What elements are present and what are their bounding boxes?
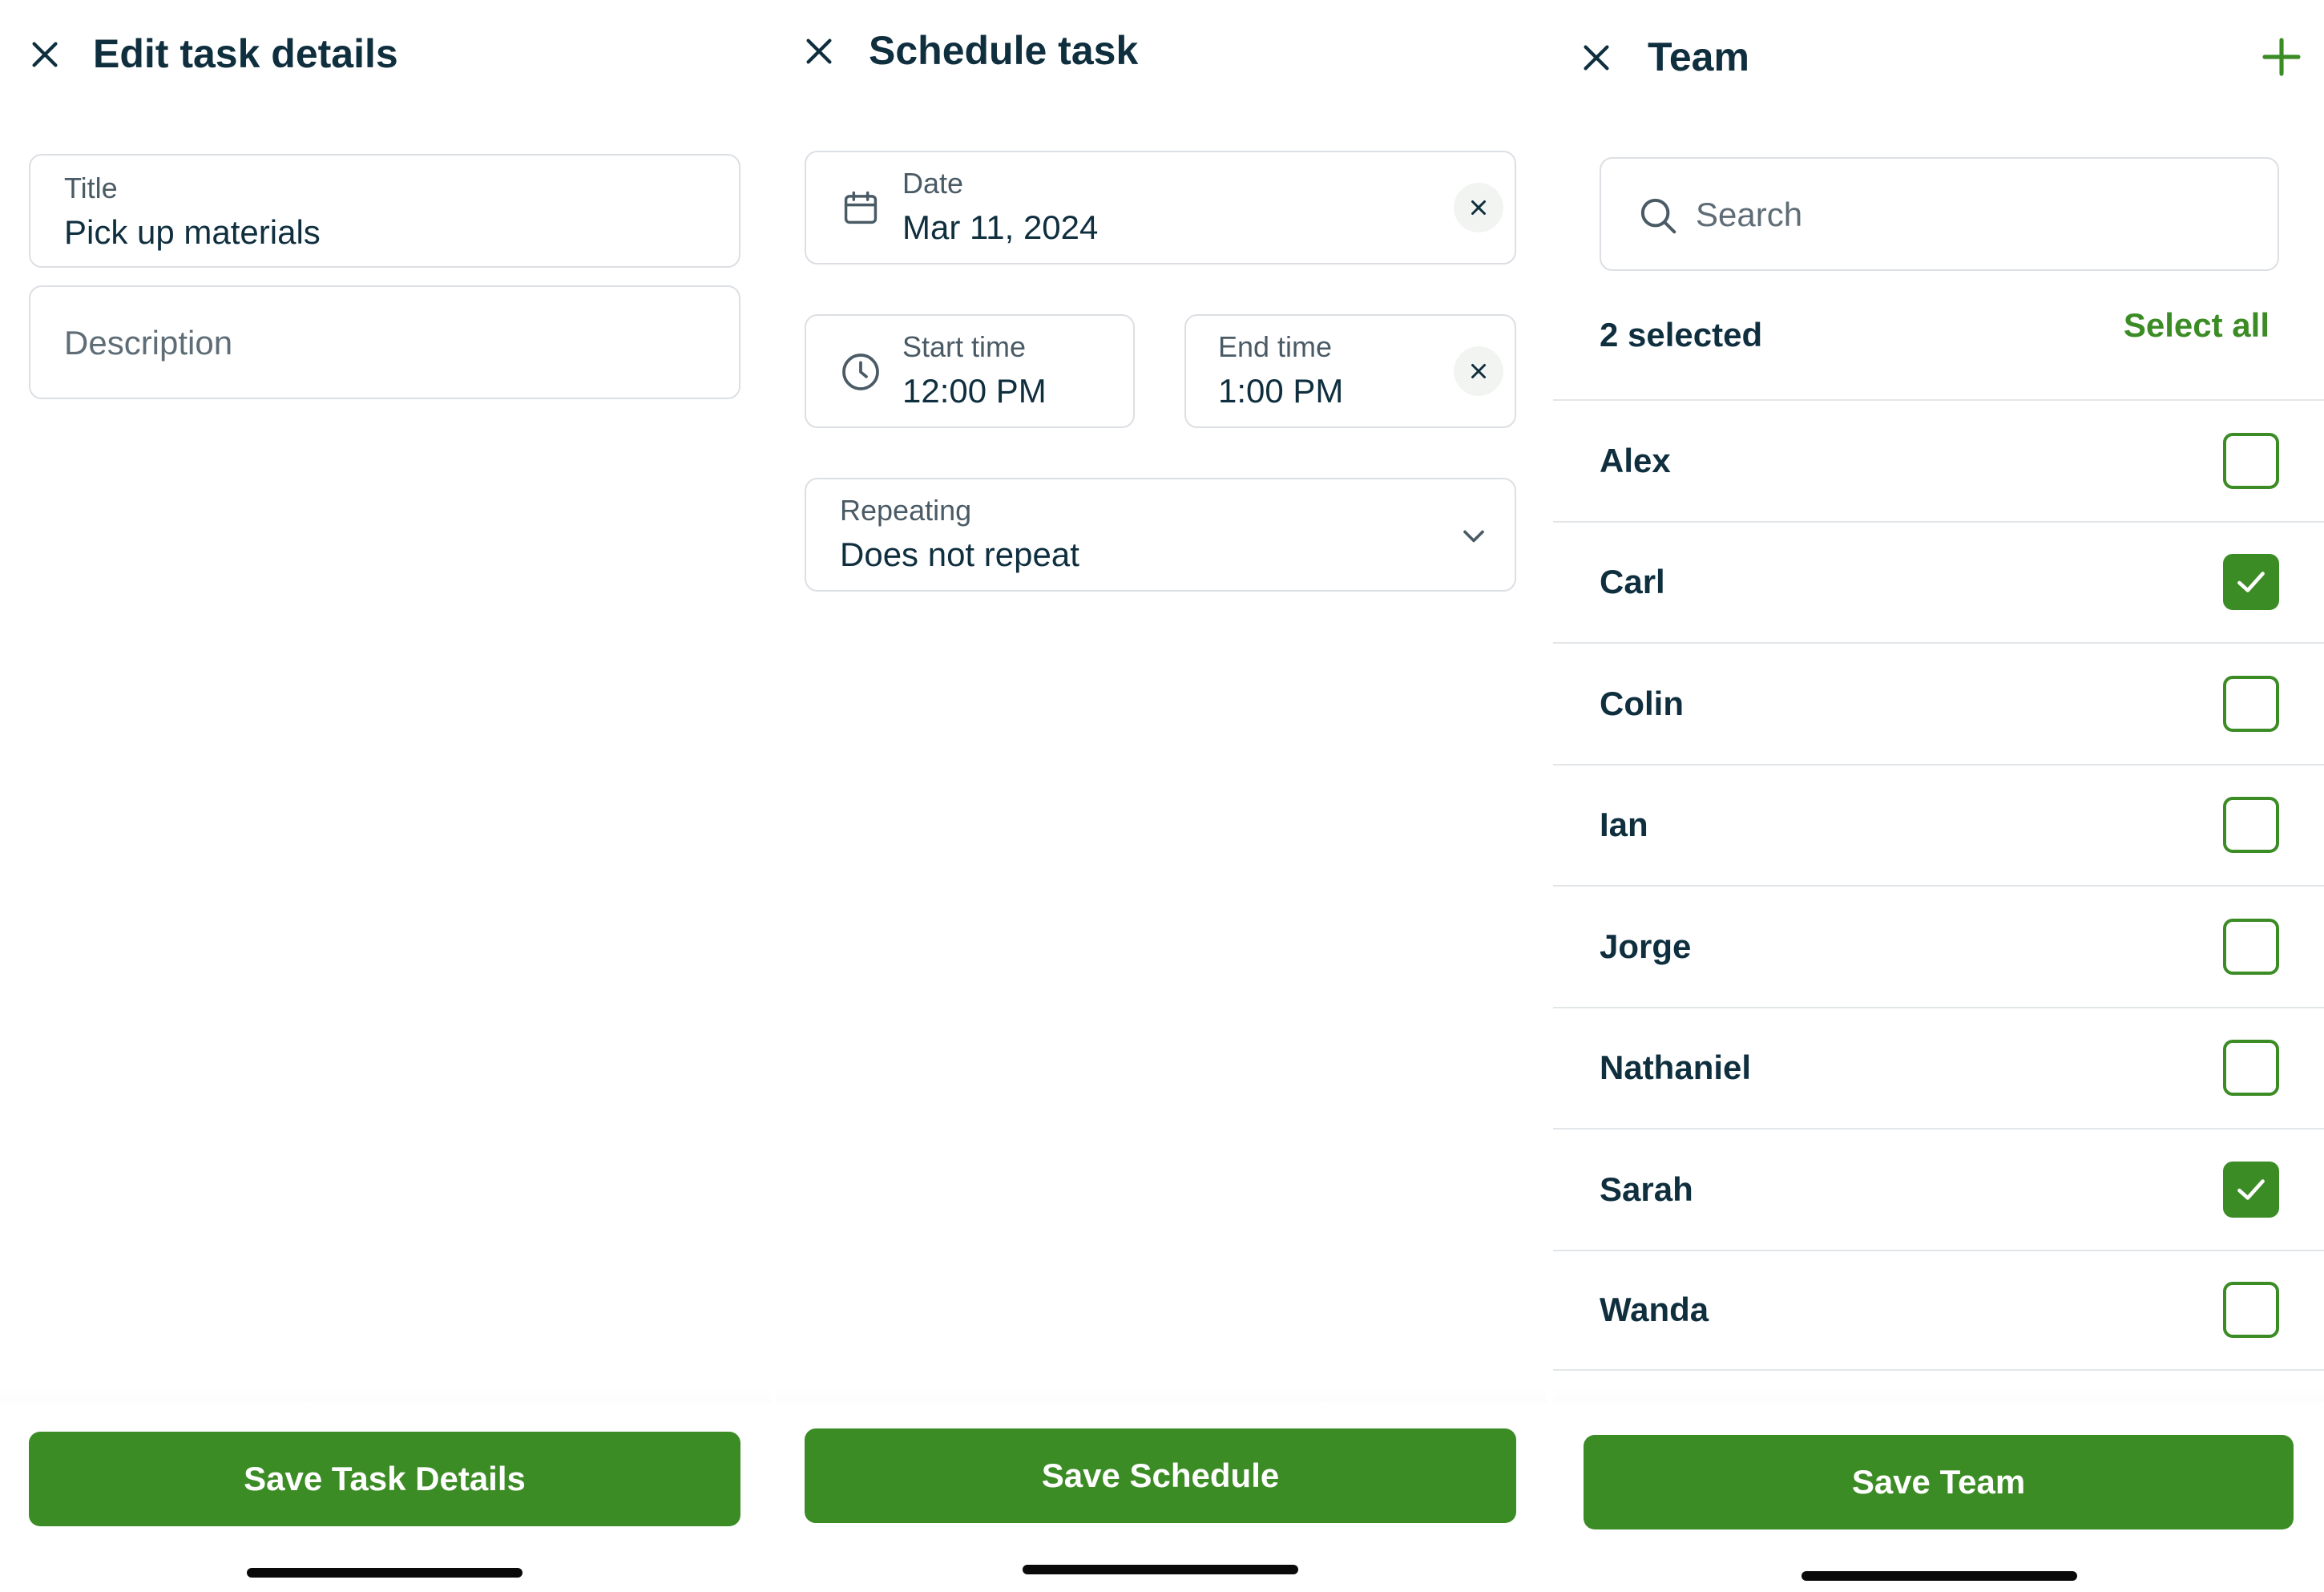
close-icon xyxy=(32,42,58,67)
team-member-checkbox[interactable] xyxy=(2223,1040,2279,1097)
team-member-row[interactable]: Nathaniel xyxy=(1553,1006,2324,1129)
bottom-bar: Save Team xyxy=(1553,1403,2324,1592)
team-member-checkbox[interactable] xyxy=(2223,918,2279,975)
close-team-button[interactable] xyxy=(1571,32,1622,83)
save-task-details-button[interactable]: Save Task Details xyxy=(29,1432,740,1526)
title-field-label: Title xyxy=(64,172,118,204)
save-schedule-button[interactable]: Save Schedule xyxy=(805,1428,1516,1523)
close-schedule-button[interactable] xyxy=(793,26,845,77)
check-icon xyxy=(2237,1179,2265,1200)
date-field[interactable]: Date Mar 11, 2024 xyxy=(805,151,1516,265)
team-member-row[interactable]: Colin xyxy=(1553,642,2324,764)
plus-icon xyxy=(2262,38,2301,76)
search-field[interactable] xyxy=(1600,157,2279,271)
team-member-name: Sarah xyxy=(1600,1170,1693,1208)
team-member-checkbox[interactable] xyxy=(2223,1282,2279,1339)
start-time-field[interactable]: Start time 12:00 PM xyxy=(805,314,1135,428)
home-indicator xyxy=(1802,1571,2077,1581)
page-title: Team xyxy=(1648,34,1749,79)
end-time-label: End time xyxy=(1218,330,1333,363)
check-icon xyxy=(2237,572,2265,592)
selected-count: 2 selected xyxy=(1600,316,1763,354)
team-member-row[interactable]: Sarah xyxy=(1553,1128,2324,1250)
home-indicator xyxy=(1023,1565,1298,1574)
team-member-checkbox[interactable] xyxy=(2223,1161,2279,1218)
team-member-row[interactable]: Alex xyxy=(1553,399,2324,521)
team-member-name: Carl xyxy=(1600,563,1665,601)
chevron-down-icon xyxy=(1454,516,1494,556)
close-icon xyxy=(1471,200,1486,215)
member-list: Alex Carl Colin Ian Jorge Nathaniel Sarah Wanda xyxy=(1553,399,2324,1371)
search-input[interactable] xyxy=(1696,183,2241,247)
edit-task-panel: Edit task details Title Pick up material… xyxy=(0,0,771,1592)
repeating-label: Repeating xyxy=(840,494,972,527)
close-icon xyxy=(1584,45,1609,71)
bottom-bar: Save Schedule xyxy=(776,1403,1547,1592)
team-member-row[interactable]: Jorge xyxy=(1553,885,2324,1007)
schedule-task-header: Schedule task xyxy=(776,0,1547,112)
end-time-value: 1:00 PM xyxy=(1218,372,1344,410)
start-time-value: 12:00 PM xyxy=(902,372,1047,410)
team-member-checkbox[interactable] xyxy=(2223,797,2279,854)
team-member-row[interactable]: Ian xyxy=(1553,763,2324,886)
team-member-name: Wanda xyxy=(1600,1291,1709,1329)
team-member-name: Colin xyxy=(1600,684,1684,722)
title-field[interactable]: Title Pick up materials xyxy=(29,154,740,268)
description-field[interactable]: Description xyxy=(29,285,740,399)
title-field-value: Pick up materials xyxy=(64,213,321,251)
date-field-label: Date xyxy=(902,167,964,200)
edit-task-header: Edit task details xyxy=(0,0,771,112)
repeating-value: Does not repeat xyxy=(840,535,1079,573)
clock-icon xyxy=(838,350,883,394)
repeating-select[interactable]: Repeating Does not repeat xyxy=(805,478,1516,592)
team-member-name: Ian xyxy=(1600,806,1648,844)
team-header: Team xyxy=(1553,0,2324,112)
date-field-value: Mar 11, 2024 xyxy=(902,208,1099,246)
page-title: Schedule task xyxy=(869,28,1139,73)
calendar-icon xyxy=(840,188,882,229)
team-member-checkbox[interactable] xyxy=(2223,554,2279,611)
clear-end-time-button[interactable] xyxy=(1454,346,1503,396)
close-icon xyxy=(1471,364,1486,378)
close-icon xyxy=(806,38,832,64)
save-team-button[interactable]: Save Team xyxy=(1584,1435,2294,1529)
home-indicator xyxy=(247,1568,522,1578)
clear-date-button[interactable] xyxy=(1454,183,1503,232)
select-all-button[interactable]: Select all xyxy=(2124,306,2270,345)
team-member-name: Nathaniel xyxy=(1600,1049,1752,1087)
team-member-checkbox[interactable] xyxy=(2223,432,2279,489)
team-member-checkbox[interactable] xyxy=(2223,675,2279,732)
schedule-task-panel: Schedule task Date Mar 11, 2024 Start ti… xyxy=(776,0,1547,1592)
description-placeholder: Description xyxy=(64,324,233,362)
team-member-row[interactable]: Wanda xyxy=(1553,1249,2324,1371)
add-member-button[interactable] xyxy=(2253,29,2310,85)
team-member-name: Alex xyxy=(1600,441,1671,479)
close-edit-button[interactable] xyxy=(19,29,71,80)
team-member-row[interactable]: Carl xyxy=(1553,520,2324,643)
start-time-label: Start time xyxy=(902,330,1027,363)
end-time-field[interactable]: End time 1:00 PM xyxy=(1184,314,1516,428)
bottom-bar: Save Task Details xyxy=(0,1403,771,1592)
search-icon xyxy=(1640,198,1676,234)
team-panel: Team 2 selected Select all Alex Carl Colin… xyxy=(1553,0,2324,1592)
page-title: Edit task details xyxy=(93,31,398,76)
team-member-name: Jorge xyxy=(1600,927,1692,965)
